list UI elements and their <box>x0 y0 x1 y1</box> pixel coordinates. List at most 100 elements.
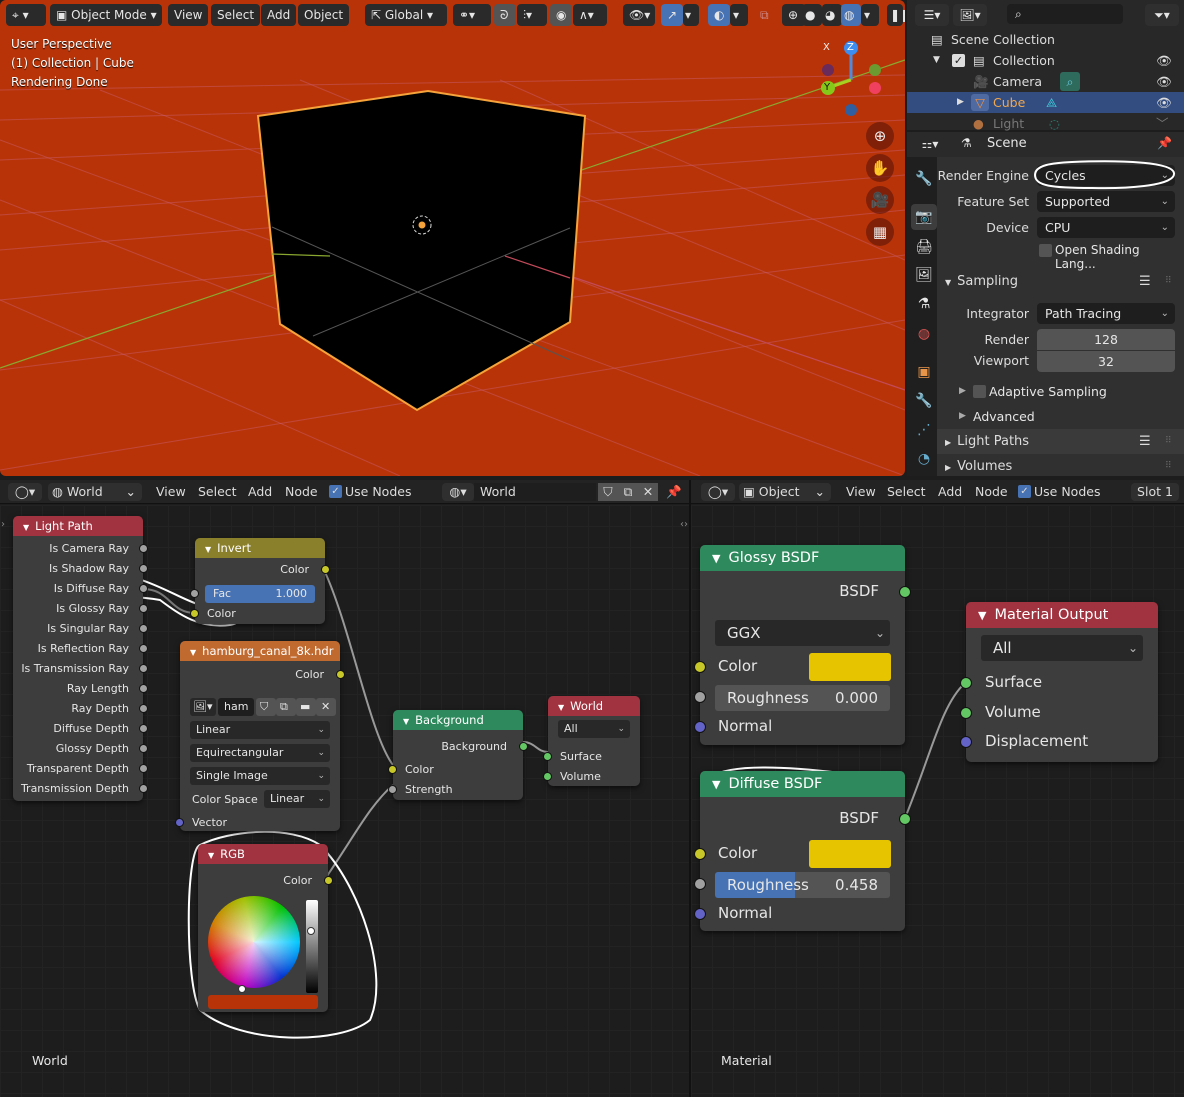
shading-material-button[interactable]: ◕ <box>822 4 842 26</box>
outliner-search-input[interactable]: ⌕ <box>1007 4 1123 24</box>
diffuse-normal-socket[interactable] <box>694 908 706 920</box>
interpolation-dropdown[interactable]: Linear ⌄ <box>190 721 330 739</box>
tab-view-layer-icon[interactable]: 🖼 <box>911 262 937 288</box>
gizmo-y-label[interactable]: Y <box>824 82 830 93</box>
editor-type-button[interactable]: ⌖ ▾ <box>6 4 46 26</box>
unlink-close-icon[interactable]: ✕ <box>316 698 336 716</box>
open-folder-icon[interactable]: ▬ <box>296 698 316 716</box>
material-volume-socket[interactable] <box>960 707 972 719</box>
outliner-item-collection[interactable]: ▼ ✓ ▤ Collection 👁 <box>907 50 1184 71</box>
properties-editor-type-button[interactable]: ⚏▾ <box>913 134 947 155</box>
gizmo-z-label[interactable]: Z <box>847 42 854 53</box>
shading-dropdown[interactable]: ▾ <box>861 4 879 26</box>
light-path-output-socket[interactable] <box>139 604 148 613</box>
light-path-output-socket[interactable] <box>139 684 148 693</box>
node-header[interactable]: ▼ Diffuse BSDF <box>700 771 905 797</box>
overlay-toggle[interactable]: ◐ <box>708 4 730 26</box>
camera-data-icon[interactable]: ⌕ <box>1060 72 1080 91</box>
viewport-samples-field[interactable]: 32 <box>1037 351 1175 372</box>
pivot-point-button[interactable]: ⚭▾ <box>453 4 491 26</box>
editor-type-button[interactable]: ◯▾ <box>8 483 42 501</box>
light-path-output-socket[interactable] <box>139 584 148 593</box>
overlay-dropdown[interactable]: ▾ <box>730 4 748 26</box>
drag-handle-icon[interactable]: ⠿ <box>1165 269 1172 294</box>
scroll-down-icon[interactable]: ﹀ <box>1156 113 1169 134</box>
camera-icon[interactable]: 🎥 <box>866 186 894 214</box>
glossy-roughness-socket[interactable] <box>694 691 706 703</box>
eye-icon[interactable]: 👁 <box>1156 92 1172 113</box>
node-world-output[interactable]: ▼World Output All⌄ Surface Volume <box>543 696 640 786</box>
light-path-output-socket[interactable] <box>139 664 148 673</box>
snap-settings-button[interactable]: ⫶▾ <box>517 4 547 26</box>
glossy-normal-socket[interactable] <box>694 721 706 733</box>
color-wheel-cursor[interactable] <box>238 985 246 993</box>
image-color-output-socket[interactable] <box>336 670 345 679</box>
image-name-field[interactable]: ham <box>218 698 254 716</box>
presets-list-icon[interactable]: ☰ <box>1139 269 1151 294</box>
pin-icon[interactable]: 📌 <box>666 483 682 501</box>
shader-type-dropdown[interactable]: ◍ World ⌄ <box>48 483 142 501</box>
light-path-output-socket[interactable] <box>139 564 148 573</box>
invert-fac-slider[interactable]: Fac 1.000 <box>205 585 315 603</box>
light-path-output-socket[interactable] <box>139 784 148 793</box>
world-surface-input-socket[interactable] <box>543 752 552 761</box>
collapse-arrow-icon[interactable]: ▼ <box>558 703 564 712</box>
image-source-dropdown[interactable]: Single Image ⌄ <box>190 767 330 785</box>
transform-orientation-dropdown[interactable]: ⇱ Global ▾ <box>365 4 447 26</box>
drag-handle-icon[interactable]: ⠿ <box>1165 454 1172 479</box>
outliner-item-light[interactable]: ● Light ◌ ﹀ <box>907 113 1184 134</box>
use-nodes-checkbox[interactable]: ✓ <box>329 485 342 498</box>
menu-view[interactable]: View <box>846 483 876 501</box>
world-output-target-dropdown[interactable]: All ⌄ <box>558 720 630 738</box>
area-divider[interactable] <box>689 480 691 1097</box>
light-path-output-socket[interactable] <box>139 764 148 773</box>
proportional-edit-toggle[interactable]: ◉ <box>550 4 572 26</box>
adaptive-sampling-checkbox[interactable] <box>973 385 986 398</box>
region-toggle-icon[interactable]: ‹› <box>680 519 688 530</box>
grid-ortho-icon[interactable]: ▦ <box>866 218 894 246</box>
node-header[interactable]: ▼ Invert <box>195 538 325 558</box>
mesh-data-icon[interactable]: ⟁ <box>1046 92 1057 113</box>
integrator-dropdown[interactable]: Path Tracing ⌄ <box>1037 303 1175 324</box>
fake-user-shield-icon[interactable]: ⛉ <box>598 483 618 501</box>
tab-output-icon[interactable]: 🖨 <box>911 234 937 260</box>
shading-solid-button[interactable]: ● <box>802 4 822 26</box>
snap-toggle[interactable]: ᘐ <box>494 4 516 26</box>
duplicate-icon[interactable]: ⧉ <box>276 698 296 716</box>
node-diffuse-bsdf[interactable]: ▼ Diffuse BSDF BSDF Color Roughness 0.458… <box>694 771 911 931</box>
node-invert[interactable]: ▼ Invert Color Fac 1.000 Color <box>190 538 330 624</box>
material-node-canvas[interactable]: ▼ Glossy BSDF BSDF GGX ⌄ Color Roughness 0.… <box>680 505 1184 1097</box>
collapse-arrow-icon[interactable]: ▼ <box>23 523 29 532</box>
gizmo-toggle[interactable]: ↗ <box>661 4 683 26</box>
invert-color-output-socket[interactable] <box>321 565 330 574</box>
outliner-display-mode-button[interactable]: ☰▾ <box>915 4 949 26</box>
image-vector-input-socket[interactable] <box>175 818 184 827</box>
node-header[interactable]: ▼ hamburg_canal_8k.hdr <box>180 641 340 661</box>
diffuse-color-swatch[interactable] <box>809 840 891 868</box>
pin-icon[interactable]: 📌 <box>1157 136 1172 150</box>
duplicate-icon[interactable]: ⧉ <box>618 483 638 501</box>
3d-viewport[interactable]: X Z Y ⌖ ▾ ▣ Object Mode ▾ View Select Ad… <box>0 0 905 476</box>
zoom-in-icon[interactable]: ⊕ <box>866 122 894 150</box>
glossy-color-swatch[interactable] <box>809 653 891 681</box>
image-browse-button[interactable]: 🖼▾ <box>190 698 216 716</box>
filter-view-layer-button[interactable]: 🖼▾ <box>953 4 987 26</box>
device-dropdown[interactable]: CPU ⌄ <box>1037 217 1175 238</box>
shading-rendered-button[interactable]: ◍ <box>841 4 861 26</box>
gizmo-dropdown[interactable]: ▾ <box>683 4 699 26</box>
node-environment-texture[interactable]: ▼ hamburg_canal_8k.hdr Color 🖼▾ ham ⛉ ⧉ ▬… <box>175 641 345 831</box>
presets-list-icon[interactable]: ☰ <box>1139 429 1151 454</box>
diffuse-color-socket[interactable] <box>694 848 706 860</box>
collapse-arrow-icon[interactable]: ▼ <box>205 545 211 554</box>
collapse-arrow-icon[interactable]: ▼ <box>208 851 214 860</box>
value-slider[interactable] <box>306 900 318 993</box>
world-browse-button[interactable]: ◍▾ <box>442 483 474 501</box>
light-paths-panel-header[interactable]: ▶ Light Paths ☰ ⠿ <box>937 429 1184 454</box>
menu-add[interactable]: Add <box>938 483 962 501</box>
diffuse-roughness-slider[interactable]: Roughness 0.458 <box>715 872 890 898</box>
light-path-output-socket[interactable] <box>139 624 148 633</box>
node-header[interactable]: ▼ Background <box>393 710 523 730</box>
glossy-distribution-dropdown[interactable]: GGX ⌄ <box>715 620 890 646</box>
node-header[interactable]: ▼ Material Output <box>966 602 1158 628</box>
diffuse-roughness-socket[interactable] <box>694 878 706 890</box>
